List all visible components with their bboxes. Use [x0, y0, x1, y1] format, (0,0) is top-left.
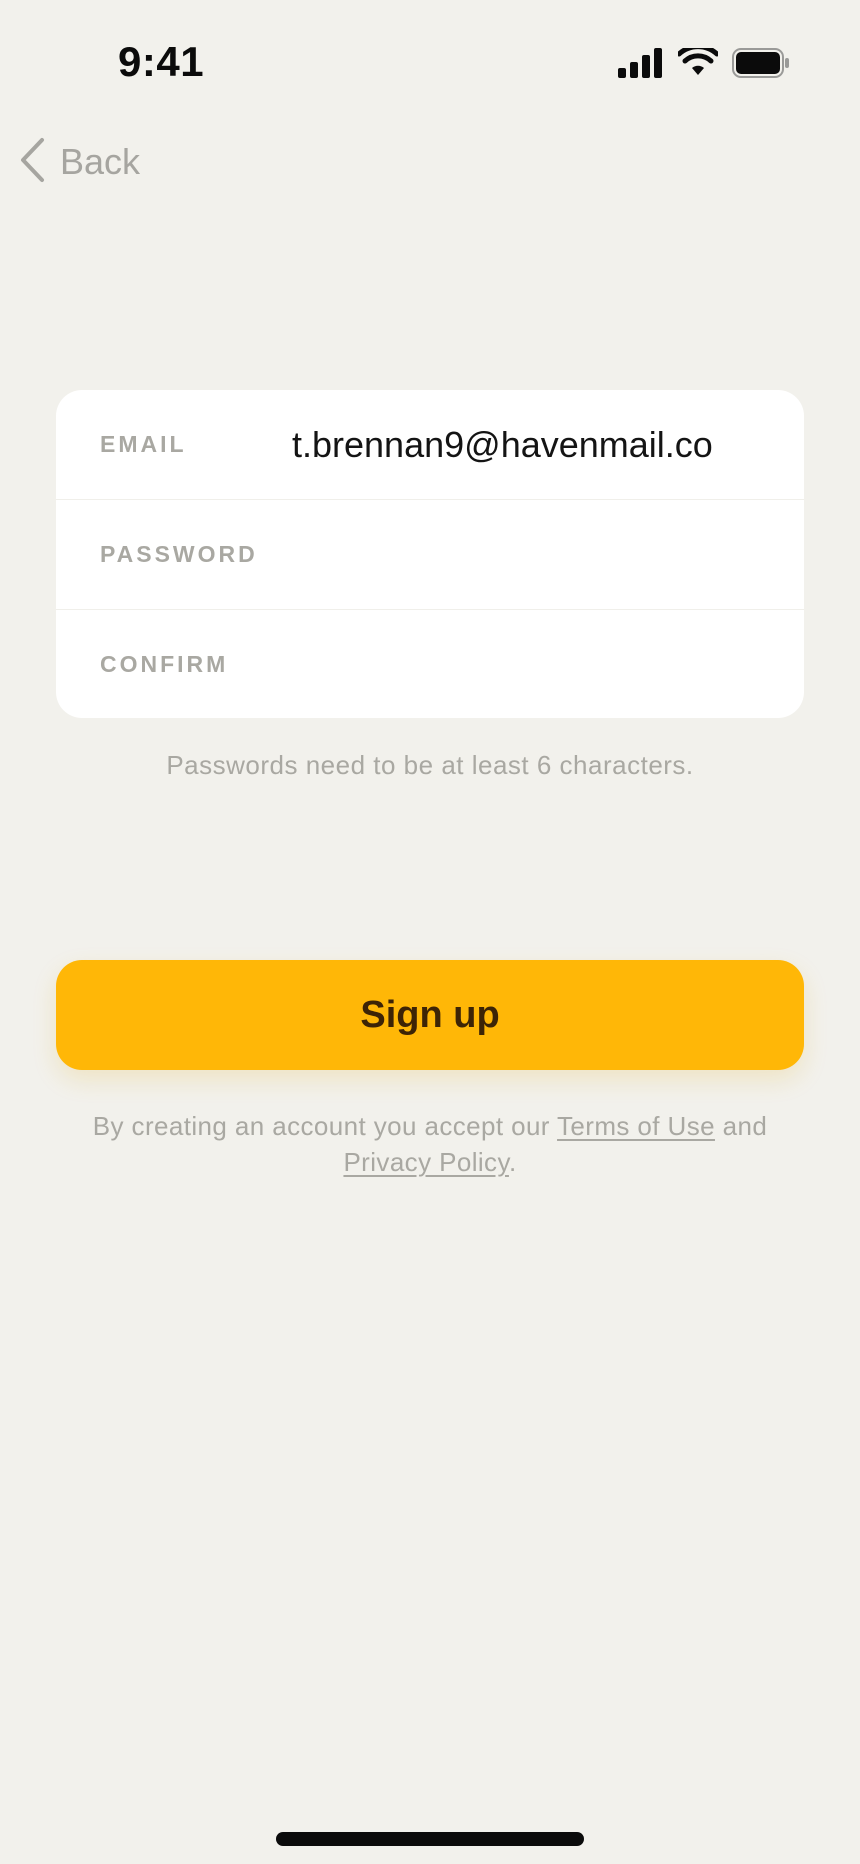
password-hint: Passwords need to be at least 6 characte…: [166, 750, 694, 780]
signup-form-card: EMAIL PASSWORD CONFIRM: [56, 390, 804, 718]
email-label: EMAIL: [100, 431, 187, 457]
home-indicator: [276, 1832, 584, 1846]
confirm-row: CONFIRM: [56, 610, 804, 718]
legal-text: By creating an account you accept our Te…: [60, 1108, 800, 1180]
legal-prefix: By creating an account you accept our: [92, 1111, 558, 1141]
status-bar: 9:41: [0, 0, 860, 120]
password-field[interactable]: [292, 524, 784, 585]
chevron-left-icon: [18, 137, 46, 188]
confirm-password-field[interactable]: [292, 634, 784, 695]
terms-of-use-link[interactable]: Terms of Use: [557, 1111, 715, 1141]
sign-up-button[interactable]: Sign up: [56, 960, 804, 1070]
legal-middle: and: [714, 1111, 768, 1141]
cellular-signal-icon: [618, 47, 664, 83]
back-label: Back: [60, 141, 141, 182]
status-time: 9:41: [118, 38, 205, 85]
confirm-label: CONFIRM: [100, 651, 229, 677]
battery-icon: [732, 47, 790, 83]
email-field[interactable]: [292, 414, 784, 475]
email-row: EMAIL: [56, 390, 804, 500]
password-row: PASSWORD: [56, 500, 804, 610]
password-label: PASSWORD: [100, 541, 258, 567]
legal-suffix: .: [508, 1147, 517, 1177]
back-button[interactable]: Back: [18, 136, 140, 188]
status-icons: [618, 43, 790, 83]
wifi-icon: [676, 43, 720, 83]
privacy-policy-link[interactable]: Privacy Policy: [343, 1147, 509, 1177]
